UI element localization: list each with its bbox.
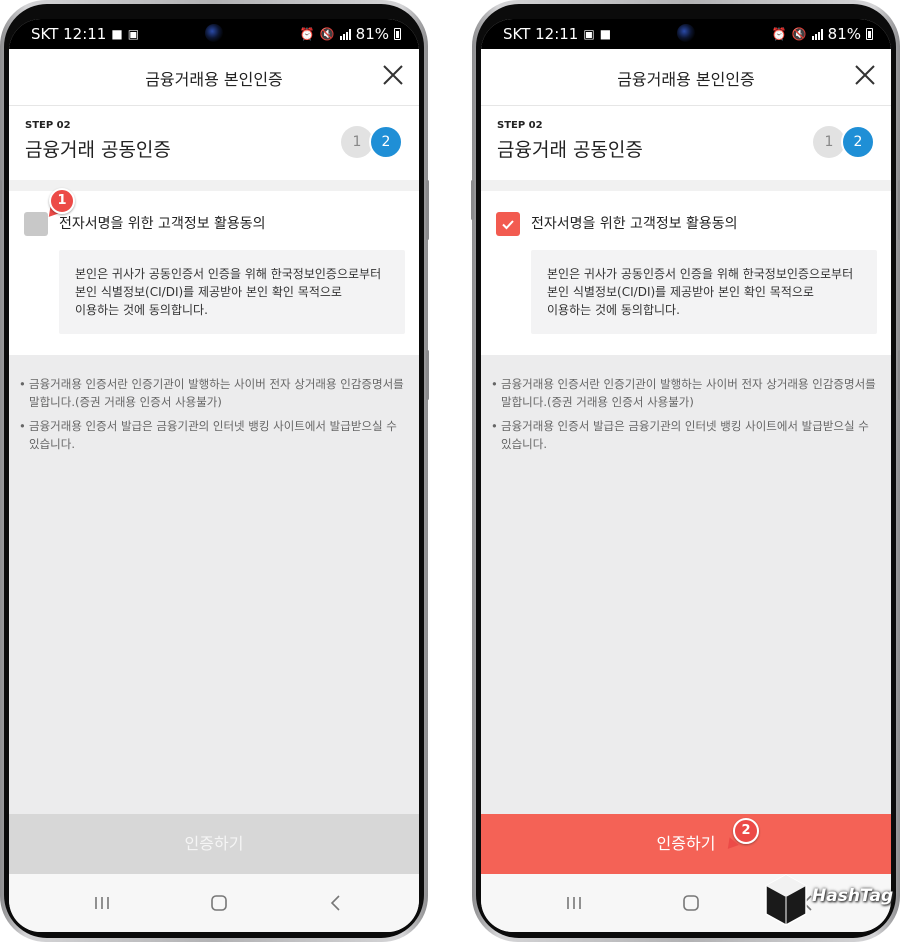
recent-apps-icon[interactable] — [87, 890, 117, 916]
step-title: 금융거래 공동인증 — [497, 139, 643, 161]
note-item: 금융거래용 인증서 발급은 금융기관의 인터넷 뱅킹 사이트에서 발급받으실 수… — [491, 417, 881, 453]
step-indicator: 1 2 — [341, 125, 403, 159]
side-button — [471, 180, 474, 220]
consent-checkbox[interactable] — [24, 212, 48, 236]
consent-detail-box: 본인은 귀사가 공동인증서 인증을 위해 한국정보인증으로부터 본인 식별정보(… — [59, 250, 405, 334]
verify-button[interactable]: 인증하기 — [9, 814, 419, 874]
battery-icon — [866, 28, 873, 40]
watermark-logo-icon — [765, 874, 807, 926]
consent-text: 본인은 귀사가 공동인증서 인증을 위해 한국정보인증으로부터 본인 식별정보(… — [547, 265, 853, 319]
close-icon[interactable] — [381, 63, 405, 87]
consent-section: 전자서명을 위한 고객정보 활용동의 본인은 귀사가 공동인증서 인증을 위해 … — [9, 191, 419, 355]
home-icon[interactable] — [204, 890, 234, 916]
alarm-icon: ⏰ — [299, 27, 315, 41]
app-header: 금융거래용 본인인증 — [9, 49, 419, 106]
side-button — [426, 350, 429, 400]
note-item: 금융거래용 인증서 발급은 금융기관의 인터넷 뱅킹 사이트에서 발급받으실 수… — [19, 417, 409, 453]
step-header: STEP 02 금융거래 공동인증 1 2 — [9, 106, 419, 180]
phone-frame-right: SKT 12:11 ▣ ■ ⏰ 🔇 81% 금융거래용 본인인증 STEP 02… — [471, 0, 900, 942]
hashtag-watermark: HashTag — [764, 873, 894, 933]
notes-section: 금융거래용 인증서란 인증기관이 발행하는 사이버 전자 상거래용 인감증명서를… — [481, 355, 891, 834]
section-divider — [481, 180, 891, 191]
consent-text: 본인은 귀사가 공동인증서 인증을 위해 한국정보인증으로부터 본인 식별정보(… — [75, 265, 381, 319]
recent-apps-icon[interactable] — [559, 890, 589, 916]
phone-frame-left: SKT 12:11 ■ ▣ ⏰ 🔇 81% 금융거래용 본인인증 STEP 02… — [0, 0, 429, 942]
phone-bezel: SKT 12:11 ■ ▣ ⏰ 🔇 81% 금융거래용 본인인증 STEP 02… — [4, 4, 424, 938]
signal-icon — [811, 28, 823, 40]
front-camera — [677, 24, 695, 42]
note-item: 금융거래용 인증서란 인증기관이 발행하는 사이버 전자 상거래용 인감증명서를… — [491, 375, 881, 411]
mute-icon: 🔇 — [319, 27, 335, 41]
step-label: STEP 02 — [497, 120, 543, 131]
consent-label[interactable]: 전자서명을 위한 고객정보 활용동의 — [59, 213, 266, 233]
close-icon[interactable] — [853, 63, 877, 87]
app-header: 금융거래용 본인인증 — [481, 49, 891, 106]
step-indicator: 1 2 — [813, 125, 875, 159]
back-icon[interactable] — [321, 890, 351, 916]
step-title: 금융거래 공동인증 — [25, 139, 171, 161]
consent-checkbox[interactable] — [496, 212, 520, 236]
consent-text-line: 본인은 귀사가 공동인증서 인증을 위해 한국정보인증으로부터 — [547, 267, 854, 281]
front-camera — [205, 24, 223, 42]
callout-badge-2: 2 — [733, 818, 759, 844]
screen-step-checked: SKT 12:11 ▣ ■ ⏰ 🔇 81% 금융거래용 본인인증 STEP 02… — [481, 19, 891, 932]
callout-badge-1: 1 — [49, 188, 75, 214]
consent-text-line: 이용하는 것에 동의합니다. — [547, 303, 680, 317]
carrier-time: SKT 12:11 — [31, 25, 107, 43]
side-button — [426, 180, 429, 240]
section-divider — [9, 180, 419, 191]
mute-icon: 🔇 — [791, 27, 807, 41]
home-icon[interactable] — [676, 890, 706, 916]
consent-text-line: 본인 식별정보(CI/DI)를 제공받아 본인 확인 목적으로 — [547, 285, 814, 299]
message-icon: ■ — [599, 27, 612, 41]
notes-section: 금융거래용 인증서란 인증기관이 발행하는 사이버 전자 상거래용 인감증명서를… — [9, 355, 419, 834]
battery-percent: 81% — [355, 25, 389, 43]
step-dot-2: 2 — [369, 125, 403, 159]
step-header: STEP 02 금융거래 공동인증 1 2 — [481, 106, 891, 180]
consent-detail-box: 본인은 귀사가 공동인증서 인증을 위해 한국정보인증으로부터 본인 식별정보(… — [531, 250, 877, 334]
page-title: 금융거래용 본인인증 — [617, 70, 755, 89]
checkmark-icon — [502, 220, 514, 230]
verify-button[interactable]: 인증하기 — [481, 814, 891, 874]
battery-icon — [394, 28, 401, 40]
screen-step-unchecked: SKT 12:11 ■ ▣ ⏰ 🔇 81% 금융거래용 본인인증 STEP 02… — [9, 19, 419, 932]
page-title: 금융거래용 본인인증 — [145, 70, 283, 89]
battery-percent: 81% — [827, 25, 861, 43]
consent-text-line: 본인 식별정보(CI/DI)를 제공받아 본인 확인 목적으로 — [75, 285, 342, 299]
status-bar: SKT 12:11 ■ ▣ ⏰ 🔇 81% — [9, 19, 419, 49]
consent-label[interactable]: 전자서명을 위한 고객정보 활용동의 — [531, 213, 738, 233]
signal-icon — [339, 28, 351, 40]
consent-text-line: 본인은 귀사가 공동인증서 인증을 위해 한국정보인증으로부터 — [75, 267, 382, 281]
status-bar: SKT 12:11 ▣ ■ ⏰ 🔇 81% — [481, 19, 891, 49]
carrier-time: SKT 12:11 — [503, 25, 579, 43]
gallery-icon: ▣ — [127, 27, 140, 41]
step-dot-2: 2 — [841, 125, 875, 159]
phone-bezel: SKT 12:11 ▣ ■ ⏰ 🔇 81% 금융거래용 본인인증 STEP 02… — [476, 4, 896, 938]
gallery-icon: ▣ — [583, 27, 595, 41]
side-button — [0, 180, 2, 220]
watermark-text: HashTag — [812, 886, 894, 906]
navigation-bar — [9, 874, 419, 932]
consent-section: 전자서명을 위한 고객정보 활용동의 본인은 귀사가 공동인증서 인증을 위해 … — [481, 191, 891, 355]
note-item: 금융거래용 인증서란 인증기관이 발행하는 사이버 전자 상거래용 인감증명서를… — [19, 375, 409, 411]
message-icon: ■ — [111, 27, 123, 41]
consent-text-line: 이용하는 것에 동의합니다. — [75, 303, 208, 317]
alarm-icon: ⏰ — [771, 27, 787, 41]
step-label: STEP 02 — [25, 120, 71, 131]
